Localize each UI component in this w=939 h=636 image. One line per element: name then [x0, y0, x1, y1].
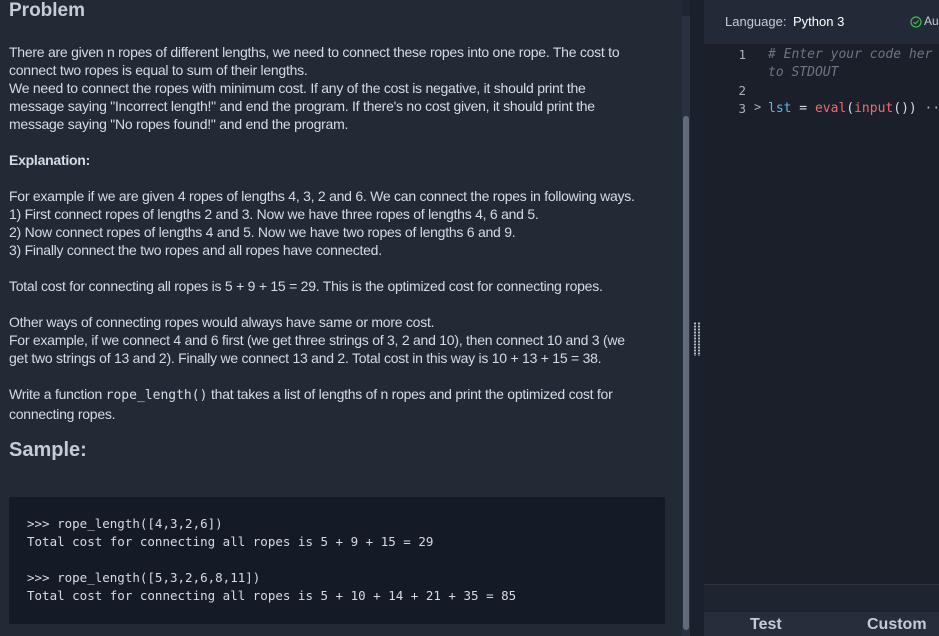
line-number: 1 — [738, 47, 746, 62]
sample-line: Total cost for connecting all ropes is 5… — [27, 588, 517, 603]
example-line: 2) Now connect ropes of lengths 4 and 5.… — [9, 224, 516, 240]
bottom-tab-bar: Test Custom — [704, 612, 939, 636]
write-function-instruction: Write a function rope_length() that take… — [9, 385, 669, 423]
drag-handle-icon[interactable] — [693, 322, 701, 356]
intro-line: message saying "Incorrect length!" and e… — [9, 98, 595, 114]
problem-scrollbar-thumb[interactable] — [683, 116, 689, 630]
editor-toolbar: Language: Python 3 Au — [704, 0, 939, 44]
sample-line: >>> rope_length([5,3,2,6,8,11]) — [27, 570, 261, 585]
other-ways-line: For example, if we connect 4 and 6 first… — [9, 332, 625, 348]
write-prefix: Write a function — [9, 386, 106, 402]
sample-heading: Sample: — [9, 439, 87, 461]
write-line: Write a function rope_length() that take… — [9, 385, 669, 405]
check-circle-icon — [910, 16, 922, 28]
panel-splitter[interactable] — [690, 0, 704, 636]
example-line: 3) Finally connect the two ropes and all… — [9, 242, 382, 258]
folded-ellipsis[interactable]: ··· — [917, 101, 939, 116]
language-label: Language: — [725, 14, 787, 29]
other-ways-line: get two strings of 13 and 2). Finally we… — [9, 350, 602, 366]
function-name-code: rope_length() — [105, 388, 208, 403]
problem-intro: There are given n ropes of different len… — [9, 43, 669, 133]
problem-panel: Problem There are given n ropes of diffe… — [0, 0, 682, 636]
explanation-heading: Explanation: — [9, 152, 91, 168]
app-root: Problem There are given n ropes of diffe… — [0, 0, 939, 636]
total-cost-line: Total cost for connecting all ropes is 5… — [9, 278, 603, 294]
sample-code-block: >>> rope_length([4,3,2,6]) Total cost fo… — [9, 497, 665, 624]
code-variable: lst — [768, 101, 792, 116]
other-ways-line: Other ways of connecting ropes would alw… — [9, 314, 435, 330]
chevron-right-icon[interactable]: > — [754, 100, 761, 114]
write-line: connecting ropes. — [9, 406, 116, 422]
tab-custom[interactable]: Custom — [867, 616, 927, 634]
problem-title: Problem — [9, 0, 86, 21]
code-operator: = — [791, 101, 815, 116]
autosave-label: Au — [924, 14, 939, 28]
intro-line: We need to connect the ropes with minimu… — [9, 80, 586, 96]
intro-line: There are given n ropes of different len… — [9, 44, 620, 60]
code-paren: ()) — [893, 101, 917, 116]
language-select[interactable]: Python 3 — [793, 14, 844, 29]
sample-line: >>> rope_length([4,3,2,6]) — [27, 516, 223, 531]
code-comment-line: # Enter your code her — [768, 47, 933, 62]
code-function: input — [854, 101, 894, 116]
line-number: 2 — [738, 83, 746, 98]
sample-line: Total cost for connecting all ropes is 5… — [27, 534, 434, 549]
intro-line: connect two ropes is equal to sum of the… — [9, 62, 308, 78]
tab-test[interactable]: Test — [750, 616, 782, 634]
other-ways: Other ways of connecting ropes would alw… — [9, 313, 669, 367]
code-line-3: lst = eval(input()) ··· — [768, 101, 939, 116]
code-editor[interactable]: 1 2 3 # Enter your code her to STDOUT ls… — [704, 44, 939, 584]
write-suffix: that takes a list of lengths of n ropes … — [207, 386, 613, 402]
code-comment-line: to STDOUT — [768, 65, 839, 80]
intro-line: message saying "No ropes found!" and end… — [9, 116, 349, 132]
example-line: 1) First connect ropes of lengths 2 and … — [9, 206, 539, 222]
example-line: For example if we are given 4 ropes of l… — [9, 188, 635, 204]
editor-status-area — [704, 584, 939, 612]
editor-panel: Language: Python 3 Au 1 2 3 # Enter your… — [704, 0, 939, 636]
code-paren: ( — [846, 101, 855, 116]
explanation-example: For example if we are given 4 ropes of l… — [9, 187, 669, 259]
code-function: eval — [814, 101, 847, 116]
line-number: 3 — [738, 101, 746, 116]
